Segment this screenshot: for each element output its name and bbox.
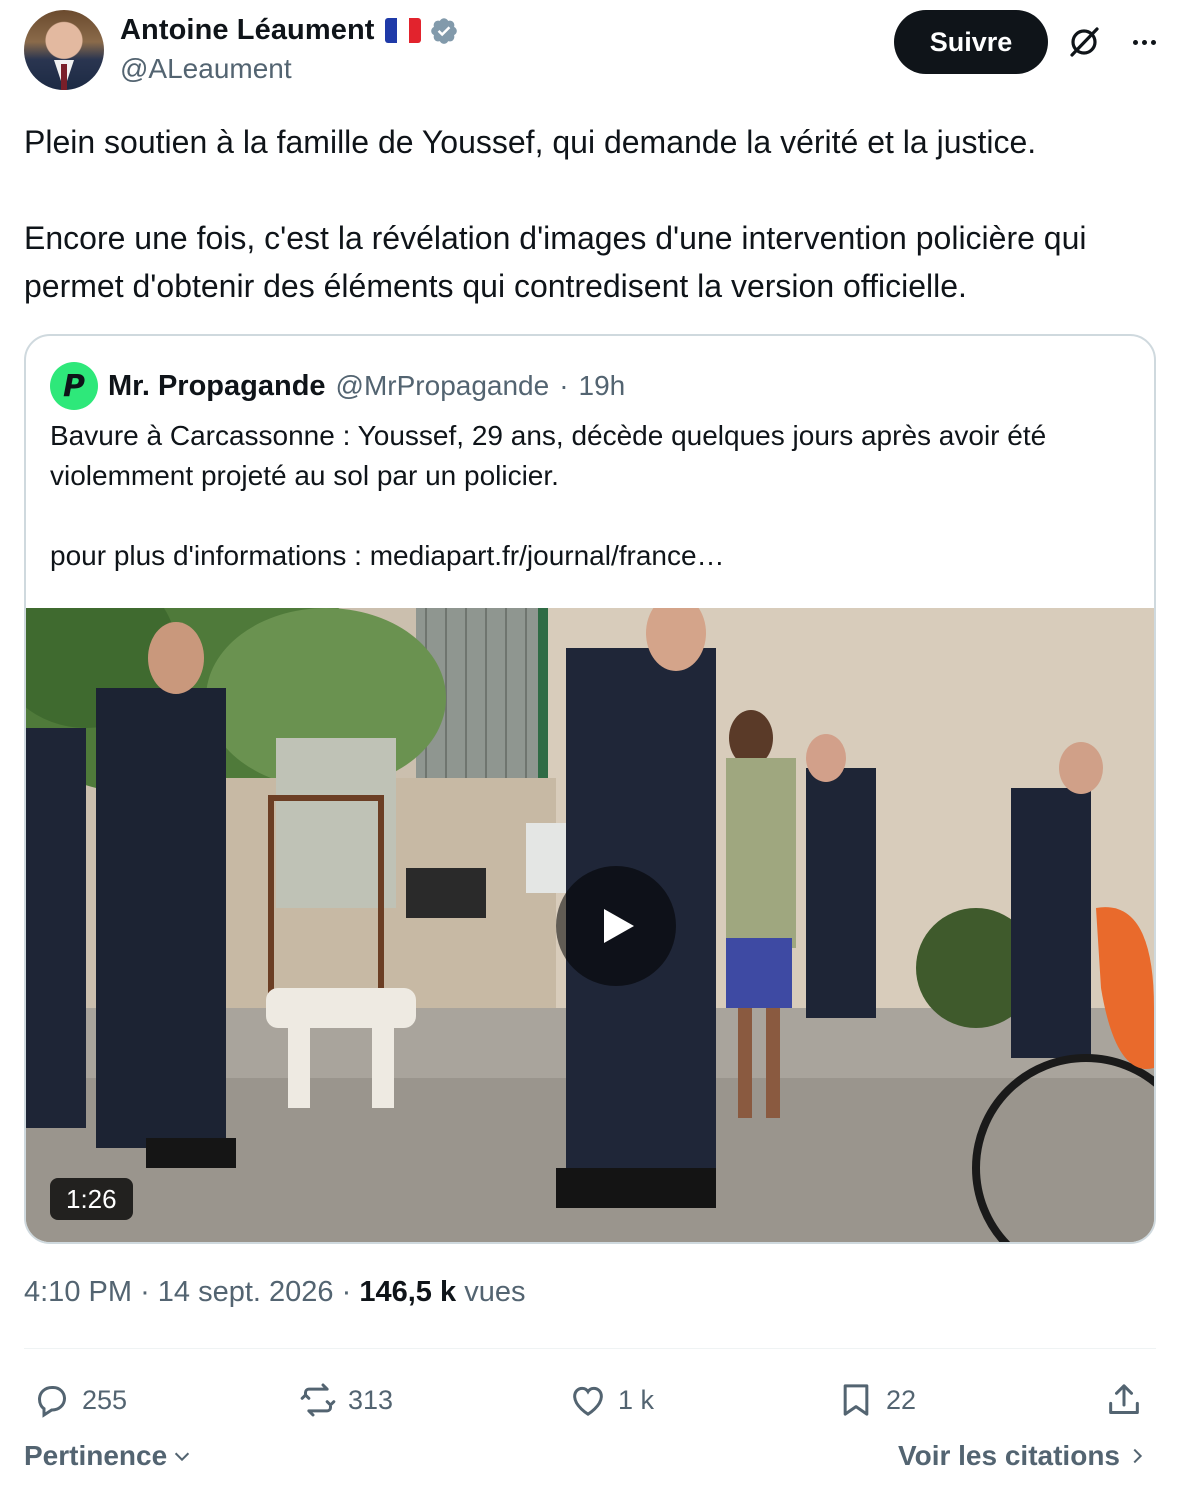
chevron-right-icon	[1133, 1448, 1143, 1464]
tweet-date[interactable]: 14 sept. 2026	[158, 1276, 334, 1308]
follow-button[interactable]: Suivre	[894, 10, 1048, 74]
play-button[interactable]	[556, 866, 676, 986]
quoted-author-handle[interactable]: @MrPropagande	[336, 370, 550, 402]
grok-icon[interactable]	[1066, 24, 1102, 60]
sort-dropdown[interactable]: Pertinence	[24, 1440, 193, 1472]
reply-count: 255	[82, 1384, 128, 1415]
play-icon	[604, 909, 634, 943]
action-bar: 255 313 1 k 22	[24, 1372, 1156, 1428]
divider	[24, 1348, 1156, 1349]
tweet-paragraph: Plein soutien à la famille de Youssef, q…	[24, 124, 1037, 160]
tweet-meta: 4:10 PM · 14 sept. 2026 · 146,5 k vues	[24, 1276, 525, 1309]
france-flag-icon	[384, 18, 421, 43]
like-icon	[573, 1386, 603, 1416]
video-duration: 1:26	[50, 1178, 133, 1220]
author-avatar[interactable]	[24, 10, 104, 90]
quoted-tweet-time[interactable]: 19h	[579, 370, 626, 402]
verified-badge-icon[interactable]	[429, 16, 459, 46]
quoted-paragraph: pour plus d'informations : mediapart.fr/…	[50, 540, 725, 571]
tweet-paragraph: Encore une fois, c'est la révélation d'i…	[24, 220, 1087, 304]
repost-icon	[300, 1383, 336, 1417]
repost-count: 313	[348, 1384, 394, 1415]
bookmark-count: 22	[886, 1384, 917, 1415]
tweet-text: Plein soutien à la famille de Youssef, q…	[24, 118, 1154, 310]
like-count: 1 k	[618, 1384, 655, 1415]
views-count: 146,5 k	[359, 1276, 457, 1308]
tweet-header: Antoine Léaument @ALeaument Suivre	[24, 10, 1162, 92]
author-name-row: Antoine Léaument	[120, 14, 459, 47]
tweet-time[interactable]: 4:10 PM	[24, 1276, 132, 1308]
bookmark-button[interactable]: 22	[836, 1372, 916, 1428]
sort-label: Pertinence	[24, 1440, 168, 1471]
author-handle[interactable]: @ALeaument	[120, 53, 292, 85]
repost-button[interactable]: 313	[298, 1372, 393, 1428]
replies-toolbar: Pertinence Voir les citations	[24, 1440, 1156, 1484]
quoted-author-avatar[interactable]: P	[50, 362, 98, 410]
chevron-down-icon	[175, 1452, 190, 1462]
quoted-author-name[interactable]: Mr. Propagande	[108, 370, 326, 403]
quoted-tweet[interactable]: P Mr. Propagande @MrPropagande · 19h Bav…	[24, 334, 1156, 1244]
quoted-paragraph: Bavure à Carcassonne : Youssef, 29 ans, …	[50, 420, 1047, 491]
bookmark-icon	[843, 1384, 869, 1416]
reply-button[interactable]: 255	[32, 1372, 127, 1428]
author-name[interactable]: Antoine Léaument	[120, 14, 375, 47]
video-player[interactable]: 1:26	[26, 608, 1154, 1242]
view-quotes-label: Voir les citations	[898, 1440, 1120, 1471]
reply-icon	[37, 1386, 67, 1418]
meta-separator: ·	[341, 1276, 352, 1308]
meta-separator: ·	[140, 1276, 150, 1308]
meta-separator: ·	[559, 370, 569, 401]
quoted-tweet-header: P Mr. Propagande @MrPropagande · 19h	[50, 362, 625, 410]
like-button[interactable]: 1 k	[568, 1372, 654, 1428]
share-button[interactable]	[1104, 1372, 1144, 1428]
more-icon[interactable]	[1126, 24, 1162, 60]
share-icon	[1109, 1384, 1139, 1414]
quoted-tweet-text: Bavure à Carcassonne : Youssef, 29 ans, …	[50, 416, 1130, 576]
view-quotes-link[interactable]: Voir les citations	[898, 1440, 1148, 1472]
views-label: vues	[464, 1276, 526, 1308]
